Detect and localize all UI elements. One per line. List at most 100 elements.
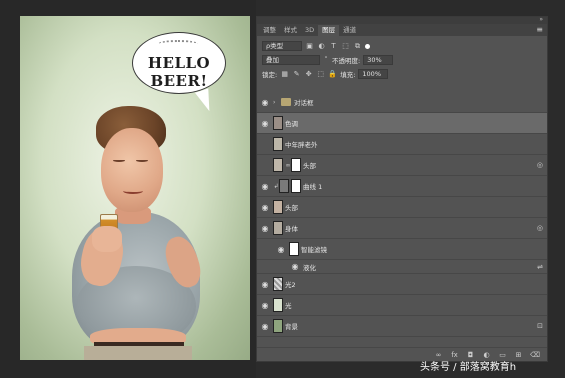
watermark-text: 头条号 / 部落窝教育h: [420, 362, 517, 373]
layer-name: 身体: [285, 225, 298, 233]
eye-icon[interactable]: ◉: [257, 322, 273, 331]
layer-effects-icon[interactable]: ◎: [537, 161, 543, 169]
collapse-icon[interactable]: »: [539, 16, 543, 23]
layer-row-dialog-group[interactable]: ◉ › 对话框: [257, 92, 547, 113]
chevron-down-icon: ˅: [324, 56, 328, 64]
folder-icon: [281, 98, 291, 106]
layer-name: 头部: [285, 204, 298, 212]
layer-thumbnail: [273, 137, 283, 151]
hand-shape: [92, 226, 122, 252]
layer-name: 光: [285, 302, 292, 310]
opacity-input[interactable]: 30%: [363, 55, 394, 65]
layer-row-original-man[interactable]: ◉ 中年胖老外: [257, 134, 547, 155]
photo-canvas[interactable]: HELLO BEER!: [20, 16, 250, 360]
trash-icon[interactable]: ⌫: [530, 351, 540, 359]
mask-thumbnail[interactable]: [291, 158, 301, 172]
tab-adjustments[interactable]: 调整: [259, 25, 280, 36]
eye-icon[interactable]: ◉: [257, 98, 273, 107]
layer-row-smart-filters[interactable]: ◉ 智能滤镜: [257, 239, 547, 260]
lock-label: 锁定:: [262, 71, 278, 79]
tab-styles[interactable]: 样式: [280, 25, 301, 36]
layer-thumbnail: [273, 116, 283, 130]
smart-filter-icon[interactable]: ◎: [537, 224, 543, 232]
curves-adjustment-icon: [279, 179, 289, 193]
fill-label: 填充:: [340, 71, 356, 79]
layer-thumbnail: [273, 200, 283, 214]
eye-hidden-icon[interactable]: ◉: [257, 161, 273, 170]
lock-position-icon[interactable]: ✥: [304, 70, 313, 78]
speech-bubble-tail: [194, 88, 216, 114]
layers-panel: » 调整 样式 3D 图层 通道 ≡ ρ类型 ▣ ◐ T ⬚ ⧉ 叠加 ˅ 不透…: [256, 16, 548, 362]
lock-all-icon[interactable]: 🔒: [328, 70, 337, 78]
fill-input[interactable]: 100%: [358, 69, 389, 79]
tab-channels[interactable]: 通道: [339, 25, 360, 36]
layer-name: 色调: [285, 120, 298, 128]
eye-icon[interactable]: ◉: [257, 203, 273, 212]
layer-row-curves[interactable]: ◉ ↲ 曲线 1: [257, 176, 547, 197]
layer-row-light2[interactable]: ◉ 光2: [257, 274, 547, 295]
layer-row-head-masked[interactable]: ◉ ∞ 头部 ◎: [257, 155, 547, 176]
layer-name: 中年胖老外: [285, 141, 318, 149]
filter-options-icon[interactable]: ⇌: [537, 263, 543, 271]
pixel-filter-icon[interactable]: ▣: [305, 42, 314, 50]
layer-name: 头部: [303, 162, 316, 170]
left-eye-shape: [113, 159, 125, 162]
shape-filter-icon[interactable]: ⬚: [341, 42, 350, 50]
lock-icon: ⊡: [537, 322, 543, 330]
lock-paint-icon[interactable]: ✎: [292, 70, 301, 78]
smart-object-filter-icon[interactable]: ⧉: [353, 42, 362, 51]
blend-row: 叠加 ˅ 不透明度: 30%: [257, 53, 547, 67]
mouth-shape: [123, 188, 143, 194]
head-shape: [101, 128, 163, 212]
layer-thumbnail: [273, 298, 283, 312]
panel-tabs: 调整 样式 3D 图层 通道 ≡: [257, 24, 547, 36]
speech-bubble-text: HELLO BEER!: [147, 54, 211, 90]
filter-mask-thumbnail[interactable]: [289, 242, 299, 256]
layers-list: ◉ › 对话框 ◉ 色调 ◉ 中年胖老外 ◉ ∞ 头部 ◎ ◉ ↲: [257, 92, 547, 347]
eye-icon[interactable]: ◉: [257, 301, 273, 310]
eye-icon[interactable]: ◉: [273, 245, 289, 254]
layer-thumbnail: [273, 158, 283, 172]
layer-row-head[interactable]: ◉ 头部: [257, 197, 547, 218]
right-eye-shape: [136, 159, 148, 162]
eye-icon[interactable]: ◉: [287, 262, 303, 271]
panel-menu-icon[interactable]: ≡: [536, 25, 543, 34]
document-canvas-area: HELLO BEER!: [0, 0, 256, 378]
tab-layers[interactable]: 图层: [318, 25, 340, 36]
layer-name: 光2: [285, 281, 296, 289]
panel-title-bar: »: [257, 16, 547, 24]
tab-3d[interactable]: 3D: [301, 25, 318, 36]
layer-name: 智能滤镜: [301, 246, 327, 254]
layer-name: 曲线 1: [303, 183, 323, 191]
layer-row-light[interactable]: ◉ 光: [257, 295, 547, 316]
layer-row-liquify[interactable]: ◉ 液化 ⇌: [257, 260, 547, 274]
layer-name: 液化: [303, 263, 316, 272]
lock-artboard-icon[interactable]: ⬚: [316, 70, 325, 78]
layer-row-background[interactable]: ◉ 背景 ⊡: [257, 316, 547, 337]
layer-filter-row: ρ类型 ▣ ◐ T ⬚ ⧉: [257, 39, 547, 53]
filter-kind-select[interactable]: ρ类型: [262, 41, 302, 51]
layer-name: 对话框: [294, 99, 314, 107]
type-filter-icon[interactable]: T: [329, 42, 338, 50]
layer-thumbnail: [273, 277, 283, 291]
eye-icon[interactable]: ◉: [257, 224, 273, 233]
opacity-label: 不透明度:: [332, 57, 361, 65]
lock-row: 锁定: ▦ ✎ ✥ ⬚ 🔒 填充: 100%: [257, 67, 547, 81]
blend-mode-select[interactable]: 叠加: [262, 55, 320, 65]
eye-icon[interactable]: ◉: [257, 280, 273, 289]
layer-thumbnail: [273, 319, 283, 333]
layer-name: 背景: [285, 323, 298, 331]
mask-thumbnail[interactable]: [291, 179, 301, 193]
adjustment-filter-icon[interactable]: ◐: [317, 42, 326, 50]
speech-bubble-decoration: [158, 40, 198, 48]
eye-icon[interactable]: ◉: [257, 182, 273, 191]
filter-toggle-icon[interactable]: [365, 43, 370, 49]
pants-shape: [84, 346, 192, 360]
eye-hidden-icon[interactable]: ◉: [257, 140, 273, 149]
expand-arrow-icon[interactable]: ›: [273, 99, 281, 106]
lock-transparent-icon[interactable]: ▦: [280, 70, 289, 78]
layer-row-tone[interactable]: ◉ 色调: [257, 113, 547, 134]
layer-row-body[interactable]: ◉ 身体 ◎: [257, 218, 547, 239]
smart-object-thumbnail: [273, 221, 283, 235]
eye-icon[interactable]: ◉: [257, 119, 273, 128]
